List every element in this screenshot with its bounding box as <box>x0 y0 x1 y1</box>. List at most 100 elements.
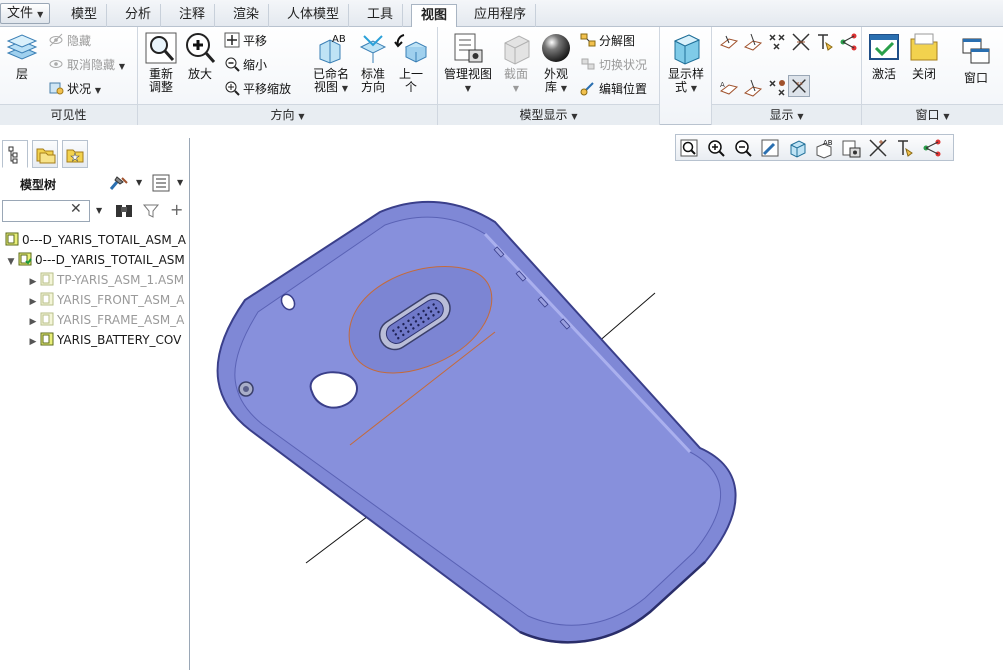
favorites-icon <box>66 149 84 163</box>
tab-view[interactable]: 视图 <box>411 4 458 28</box>
activate-button[interactable]: 激活 <box>866 31 902 81</box>
group-show: A xx 显示 ▼ <box>712 27 862 125</box>
ribbon: 层 隐藏 取消隐藏 ▼ 状况 ▼ 可见性 重新调整 放大 平移 缩小 平移缩放 <box>0 27 1003 125</box>
tab-applications[interactable]: 应用程序 <box>465 4 537 27</box>
group-window-text: 窗口 <box>915 108 940 122</box>
toggle-status-icon <box>581 58 595 70</box>
tab-tools[interactable]: 工具 <box>358 4 404 27</box>
hide-button[interactable]: 隐藏 <box>48 31 91 51</box>
named-views-button[interactable]: AB 已命名 视图 ▼ <box>310 31 352 95</box>
graphics-window[interactable]: AB <box>191 126 1003 670</box>
search-dropdown[interactable]: ▼ <box>96 206 102 215</box>
standard-orientation-button[interactable]: 标准 方向 <box>356 31 390 94</box>
assembly-icon <box>40 332 54 346</box>
appearance-label-2: 库 <box>545 80 558 94</box>
pan-button[interactable]: 平移 <box>224 31 267 51</box>
edit-position-button[interactable]: 编辑位置 <box>580 79 647 99</box>
close-button[interactable]: 关闭 <box>906 31 942 81</box>
spin-center-icon[interactable] <box>814 31 836 53</box>
plane-tag-icon[interactable]: A <box>718 77 740 99</box>
hide-eye-icon <box>49 33 63 47</box>
edit-position-label: 编辑位置 <box>599 82 648 96</box>
show-filter-icon[interactable] <box>152 174 170 192</box>
tab-favorites[interactable] <box>62 140 88 168</box>
appearance-label-1: 外观 <box>543 67 568 81</box>
windows-label: 窗口 <box>963 71 988 85</box>
pan-zoom-label: 平移缩放 <box>243 82 292 96</box>
tab-render[interactable]: 渲染 <box>224 4 270 27</box>
axis-display-icon[interactable] <box>742 31 764 53</box>
filter-funnel-icon[interactable] <box>142 202 160 220</box>
csys-display-icon[interactable] <box>790 31 812 53</box>
clear-search-icon[interactable]: ✕ <box>70 201 82 217</box>
tree-item[interactable]: ▶ YARIS_BATTERY_COV <box>0 330 189 350</box>
tab-annotate[interactable]: 注释 <box>170 4 216 27</box>
layer-button[interactable]: 层 <box>4 31 40 81</box>
refit-button[interactable]: 重新 调整 <box>142 31 180 94</box>
appearance-gallery-button[interactable]: 外观库 ▼ <box>538 31 574 95</box>
assembly-icon <box>5 232 19 246</box>
activate-window-icon <box>869 34 899 60</box>
tab-model-tree[interactable] <box>2 140 28 168</box>
layers-icon <box>6 34 38 60</box>
previous-view-icon <box>394 34 428 63</box>
tab-analysis[interactable]: 分析 <box>116 4 162 27</box>
suppressed-assembly-icon <box>40 292 54 306</box>
status-button[interactable]: 状况 ▼ <box>48 79 101 99</box>
expand-arrow-icon[interactable]: ▶ <box>28 272 38 290</box>
zoom-in-button[interactable]: 放大 <box>182 31 218 81</box>
manage-views-button[interactable]: 管理视图 ▼ <box>442 31 494 95</box>
model-tree-title: 模型树 <box>20 178 57 192</box>
collapse-arrow-icon[interactable]: ▼ <box>6 252 16 270</box>
windows-button[interactable]: 窗口 <box>958 35 994 85</box>
tree-item[interactable]: ▼ 0---D_YARIS_TOTAIL_ASM <box>0 250 189 270</box>
tree-item[interactable]: ▶ YARIS_FRAME_ASM_A <box>0 310 189 330</box>
zoom-out-button[interactable]: 缩小 <box>224 55 267 75</box>
group-orientation: 重新 调整 放大 平移 缩小 平移缩放 AB 已命名 视图 ▼ 标准 方向 上一个 方… <box>138 27 438 125</box>
battery-cover-model[interactable] <box>191 126 1003 670</box>
show-filter-dropdown[interactable]: ▼ <box>177 178 183 187</box>
annotation-display-icon[interactable] <box>838 31 860 53</box>
tree-settings-dropdown[interactable]: ▼ <box>136 178 142 187</box>
axis-tag-icon[interactable] <box>742 77 764 99</box>
standard-orientation-label-2: 方向 <box>360 80 385 94</box>
toggle-status-button[interactable]: 切换状况 <box>580 55 647 75</box>
tab-folder-browser[interactable] <box>32 140 58 168</box>
find-binoculars-icon[interactable] <box>114 202 134 220</box>
point-display-icon[interactable] <box>766 31 788 53</box>
pan-zoom-button[interactable]: 平移缩放 <box>224 79 291 99</box>
file-menu-button[interactable]: 文件 ▼ <box>0 3 51 24</box>
unhide-eye-icon <box>49 60 63 68</box>
pan-zoom-icon <box>225 81 240 96</box>
appearance-sphere-icon <box>542 34 570 62</box>
zoom-out-icon <box>225 57 240 72</box>
standard-orientation-label-1: 标准 <box>360 67 385 81</box>
tree-item[interactable]: ▶ TP-YARIS_ASM_1.ASM <box>0 270 189 290</box>
tree-item[interactable]: 0---D_YARIS_TOTAIL_ASM_A <box>0 230 189 250</box>
expand-arrow-icon[interactable]: ▶ <box>28 312 38 330</box>
unhide-button[interactable]: 取消隐藏 ▼ <box>48 55 125 75</box>
csys-tag-icon[interactable]: xx <box>788 75 810 97</box>
point-tag-icon[interactable] <box>766 77 788 99</box>
display-style-label-1: 显示样 <box>667 67 704 81</box>
expand-arrow-icon[interactable]: ▶ <box>28 332 38 350</box>
section-icon <box>504 35 530 65</box>
add-column-icon[interactable]: + <box>170 200 183 219</box>
named-views-icon: AB <box>319 34 346 64</box>
named-views-label-1: 已命名 <box>312 67 349 81</box>
exploded-view-button[interactable]: 分解图 <box>580 31 635 51</box>
tree-item[interactable]: ▶ YARIS_FRONT_ASM_A <box>0 290 189 310</box>
tab-model[interactable]: 模型 <box>62 4 108 27</box>
previous-view-button[interactable]: 上一个 <box>394 31 428 94</box>
section-button[interactable]: 截面 ▼ <box>498 31 534 95</box>
group-model-display-text: 模型显示 <box>519 108 568 122</box>
display-style-button[interactable]: 显示样式 ▼ <box>664 31 708 95</box>
expand-arrow-icon[interactable]: ▶ <box>28 292 38 310</box>
tree-item-label: YARIS_BATTERY_COV <box>57 333 182 347</box>
tree-settings-icon[interactable] <box>108 174 130 192</box>
group-show-text: 显示 <box>769 108 794 122</box>
ribbon-tab-bar: 文件 ▼ 模型 分析 注释 渲染 人体模型 工具 视图 应用程序 <box>0 0 1003 28</box>
tab-manikin[interactable]: 人体模型 <box>278 4 350 27</box>
edit-position-icon <box>580 82 594 96</box>
plane-display-icon[interactable] <box>718 31 740 53</box>
